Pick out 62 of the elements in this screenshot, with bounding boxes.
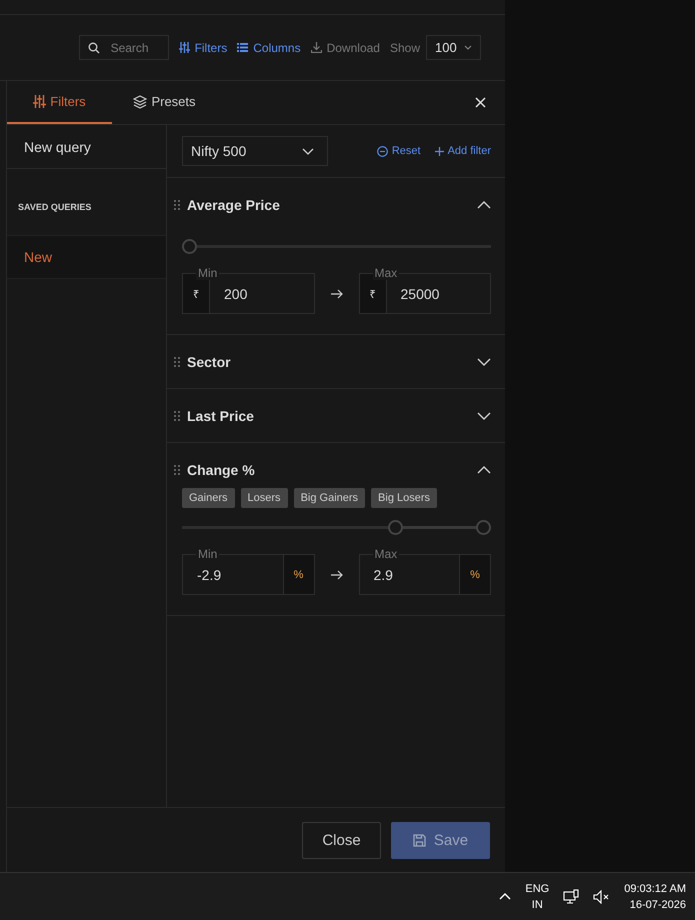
slider-thumb[interactable] — [476, 520, 491, 535]
clock[interactable]: 09:03:12 AM 16-07-2026 — [624, 880, 686, 913]
drag-handle-icon[interactable] — [174, 464, 180, 474]
tab[interactable]: Presets — [112, 81, 217, 124]
layers-icon — [133, 94, 148, 108]
close-icon[interactable] — [475, 97, 486, 108]
minus-circle-icon — [376, 146, 388, 156]
sliders-icon — [33, 95, 46, 108]
preset-chip[interactable]: Big Losers — [371, 488, 438, 508]
saved-query-item[interactable]: New — [7, 235, 166, 279]
unit-label: % — [459, 555, 490, 594]
preset-chip[interactable]: Gainers — [182, 488, 235, 508]
filter-title: Last Price — [187, 408, 254, 424]
toolbar-link[interactable]: Columns — [237, 40, 301, 54]
arrow-right-icon — [330, 570, 342, 580]
language-indicator[interactable]: ENG IN — [525, 880, 550, 913]
slider-thumb[interactable] — [388, 520, 403, 535]
drag-handle-icon[interactable] — [174, 200, 180, 210]
value-text: -2.9 — [196, 566, 222, 584]
new-query-button[interactable]: New query — [7, 125, 166, 169]
list-icon — [237, 43, 248, 52]
chevron-down-icon[interactable] — [477, 358, 491, 366]
unit-label: % — [282, 555, 314, 594]
save-button[interactable]: Save — [391, 822, 490, 859]
tab[interactable]: Filters — [7, 81, 112, 124]
range-slider[interactable] — [182, 520, 491, 535]
drag-handle-icon[interactable] — [174, 410, 180, 420]
download-icon — [310, 42, 322, 53]
close-button[interactable]: Close — [302, 822, 381, 859]
chevron-down-icon[interactable] — [477, 412, 491, 420]
value-text: 200 — [223, 284, 248, 304]
sliders-icon — [178, 42, 190, 53]
chevron-up-icon[interactable] — [477, 466, 491, 474]
add-filter-link[interactable]: Add filter — [434, 145, 491, 157]
filter-title: Change % — [187, 462, 255, 478]
search-icon — [88, 42, 100, 54]
show-label: Show — [390, 40, 420, 54]
filter-title: Sector — [187, 354, 231, 370]
arrow-right-icon — [330, 288, 342, 298]
preset-chip[interactable]: Big Gainers — [294, 488, 366, 508]
reset-link[interactable]: Reset — [376, 145, 421, 157]
chevron-down-icon — [302, 148, 314, 154]
value-text: 25000 — [400, 284, 440, 304]
plus-icon — [434, 146, 444, 156]
drag-handle-icon[interactable] — [174, 356, 180, 366]
section-heading: SAVED QUERIES — [17, 201, 92, 214]
slider-thumb[interactable] — [182, 239, 197, 254]
toolbar-link[interactable]: Download — [310, 40, 380, 54]
max-label: Max — [372, 547, 400, 561]
search-field[interactable]: Search — [78, 35, 169, 60]
chevron-down-icon — [464, 45, 472, 50]
volume-icon[interactable] — [593, 890, 610, 904]
value-text: 2.9 — [372, 566, 394, 584]
chevron-up-icon[interactable] — [477, 200, 491, 208]
network-icon[interactable] — [563, 888, 580, 905]
filter-title: Average Price — [187, 196, 280, 212]
min-label: Min — [196, 547, 220, 561]
page-size-select[interactable]: 100 — [426, 35, 481, 60]
toolbar-link[interactable]: Filters — [178, 40, 228, 54]
range-slider[interactable] — [182, 239, 491, 254]
universe-select[interactable]: Nifty 500 — [182, 136, 328, 166]
preset-chip[interactable]: Losers — [240, 488, 288, 508]
